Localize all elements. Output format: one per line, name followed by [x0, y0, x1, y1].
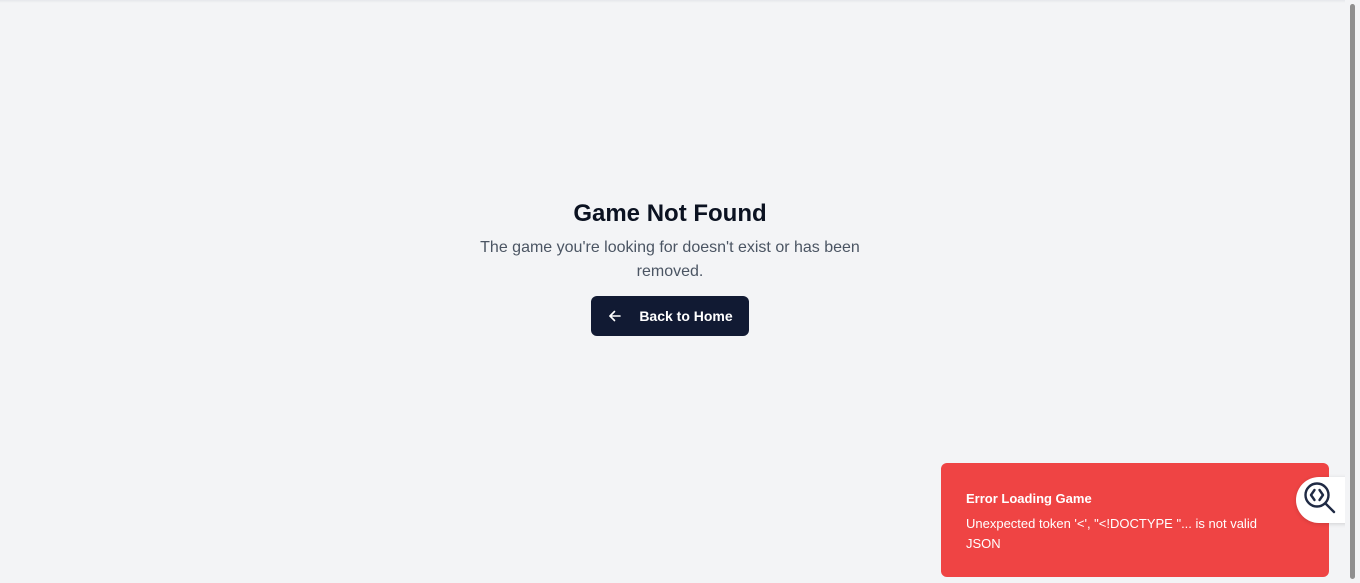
page-title: Game Not Found — [573, 200, 767, 227]
vertical-scrollbar[interactable] — [1345, 0, 1360, 583]
code-search-icon — [1302, 480, 1338, 521]
back-to-home-button[interactable]: Back to Home — [591, 296, 749, 336]
back-to-home-label: Back to Home — [639, 308, 733, 324]
page: Game Not Found The game you're looking f… — [0, 0, 1360, 583]
toast-title: Error Loading Game — [966, 491, 1092, 506]
scrollbar-thumb[interactable] — [1350, 4, 1355, 579]
top-edge-shadow — [0, 0, 1345, 3]
arrow-left-icon — [607, 308, 623, 324]
toast-message: Unexpected token '<', "<!DOCTYPE "... is… — [966, 516, 1257, 551]
error-toast[interactable]: Error Loading Game Unexpected token '<',… — [941, 463, 1329, 577]
page-description: The game you're looking for doesn't exis… — [480, 239, 860, 280]
not-found-panel: Game Not Found The game you're looking f… — [0, 198, 1340, 336]
